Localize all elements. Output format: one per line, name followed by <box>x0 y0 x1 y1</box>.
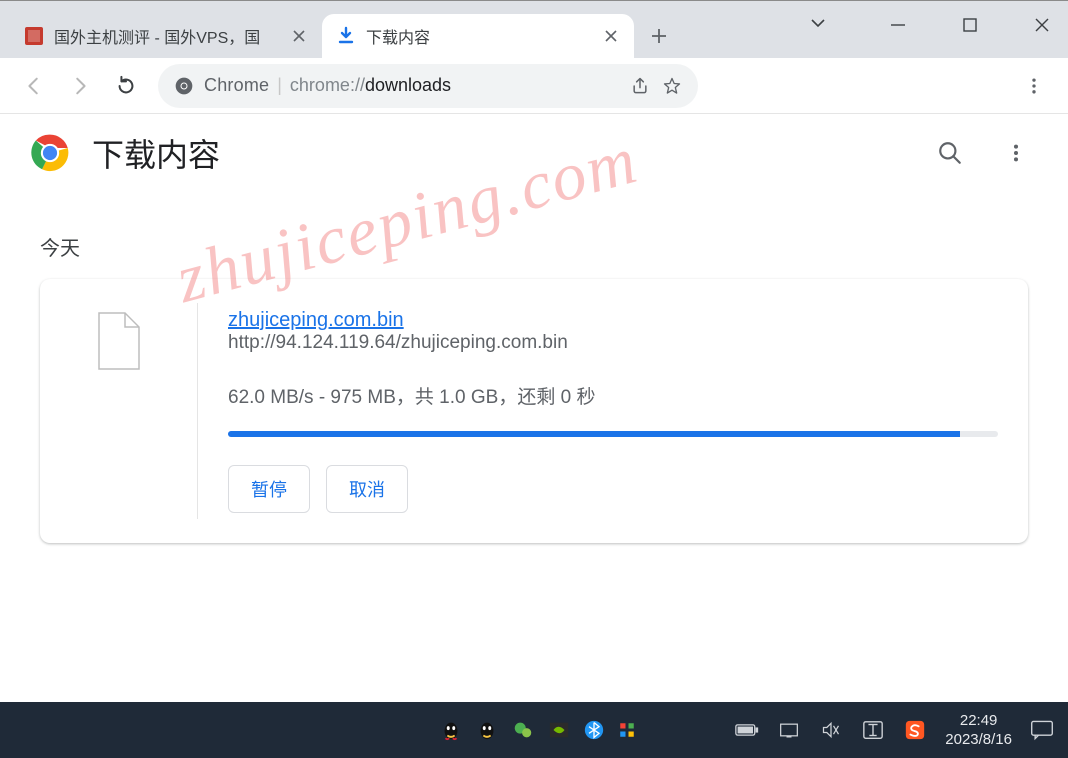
reload-button[interactable] <box>106 66 146 106</box>
wechat-icon[interactable] <box>512 719 534 741</box>
section-today: 今天 <box>0 192 1068 279</box>
tab-2-title: 下载内容 <box>366 24 594 48</box>
tab-strip: 国外主机测评 - 国外VPS，国 下载内容 <box>0 0 1068 58</box>
chrome-page-icon <box>174 76 194 96</box>
taskbar-clock[interactable]: 22:49 2023/8/16 <box>945 711 1012 750</box>
tab-1-favicon <box>24 26 44 46</box>
maximize-button[interactable] <box>952 7 988 43</box>
tray-app-icon[interactable] <box>618 721 636 739</box>
close-window-button[interactable] <box>1024 7 1060 43</box>
browser-toolbar: Chrome | chrome://downloads <box>0 58 1068 114</box>
taskbar-apps <box>440 719 636 741</box>
new-tab-button[interactable] <box>642 19 676 53</box>
download-progress-bar <box>228 431 960 437</box>
back-button[interactable] <box>14 66 54 106</box>
bookmark-icon[interactable] <box>662 76 682 96</box>
pause-button[interactable]: 暂停 <box>228 465 310 513</box>
browser-menu-icon[interactable] <box>1014 66 1054 106</box>
omnibox-url-host: downloads <box>365 75 451 95</box>
download-progress <box>228 431 998 437</box>
download-url: http://94.124.119.64/zhujiceping.com.bin <box>228 332 998 354</box>
tab-1[interactable]: 国外主机测评 - 国外VPS，国 <box>10 14 322 58</box>
page-title: 下载内容 <box>92 130 220 176</box>
download-filename[interactable]: zhujiceping.com.bin <box>228 309 404 331</box>
download-status: 62.0 MB/s - 975 MB，共 1.0 GB，还剩 0 秒 <box>228 382 998 409</box>
cancel-button[interactable]: 取消 <box>326 465 408 513</box>
system-tray: 22:49 2023/8/16 <box>735 702 1068 758</box>
tab-2-active[interactable]: 下载内容 <box>322 14 634 58</box>
address-bar[interactable]: Chrome | chrome://downloads <box>158 64 698 108</box>
omnibox-url-scheme: chrome:// <box>290 75 365 95</box>
qq-icon[interactable] <box>440 719 462 741</box>
file-thumbnail <box>40 303 198 519</box>
downloads-menu-icon[interactable] <box>994 131 1038 175</box>
windows-taskbar: 22:49 2023/8/16 <box>0 702 1068 758</box>
tab-2-close-icon[interactable] <box>602 27 620 45</box>
taskbar-date: 2023/8/16 <box>945 730 1012 750</box>
volume-icon[interactable] <box>819 718 843 742</box>
qq-icon-2[interactable] <box>476 719 498 741</box>
search-button[interactable] <box>928 131 972 175</box>
download-icon <box>336 26 356 46</box>
omnibox-chrome-label: Chrome <box>204 75 269 96</box>
tab-1-close-icon[interactable] <box>290 27 308 45</box>
battery-icon[interactable] <box>735 718 759 742</box>
window-controls <box>880 7 1060 43</box>
downloads-header: 下载内容 <box>0 114 1068 192</box>
forward-button[interactable] <box>60 66 100 106</box>
share-icon[interactable] <box>630 76 650 96</box>
bluetooth-icon[interactable] <box>584 720 604 740</box>
chrome-logo-icon <box>30 133 70 173</box>
sogou-icon[interactable] <box>903 718 927 742</box>
minimize-button[interactable] <box>880 7 916 43</box>
download-card: zhujiceping.com.bin http://94.124.119.64… <box>40 279 1028 543</box>
file-icon <box>95 311 143 371</box>
taskbar-time: 22:49 <box>945 711 1012 731</box>
tabs-dropdown-icon[interactable] <box>808 13 828 33</box>
nvidia-icon[interactable] <box>548 719 570 741</box>
tab-1-title: 国外主机测评 - 国外VPS，国 <box>54 24 282 48</box>
ime-icon[interactable] <box>861 718 885 742</box>
omnibox-text: Chrome | chrome://downloads <box>204 75 620 96</box>
network-icon[interactable] <box>777 718 801 742</box>
notification-icon[interactable] <box>1030 718 1054 742</box>
